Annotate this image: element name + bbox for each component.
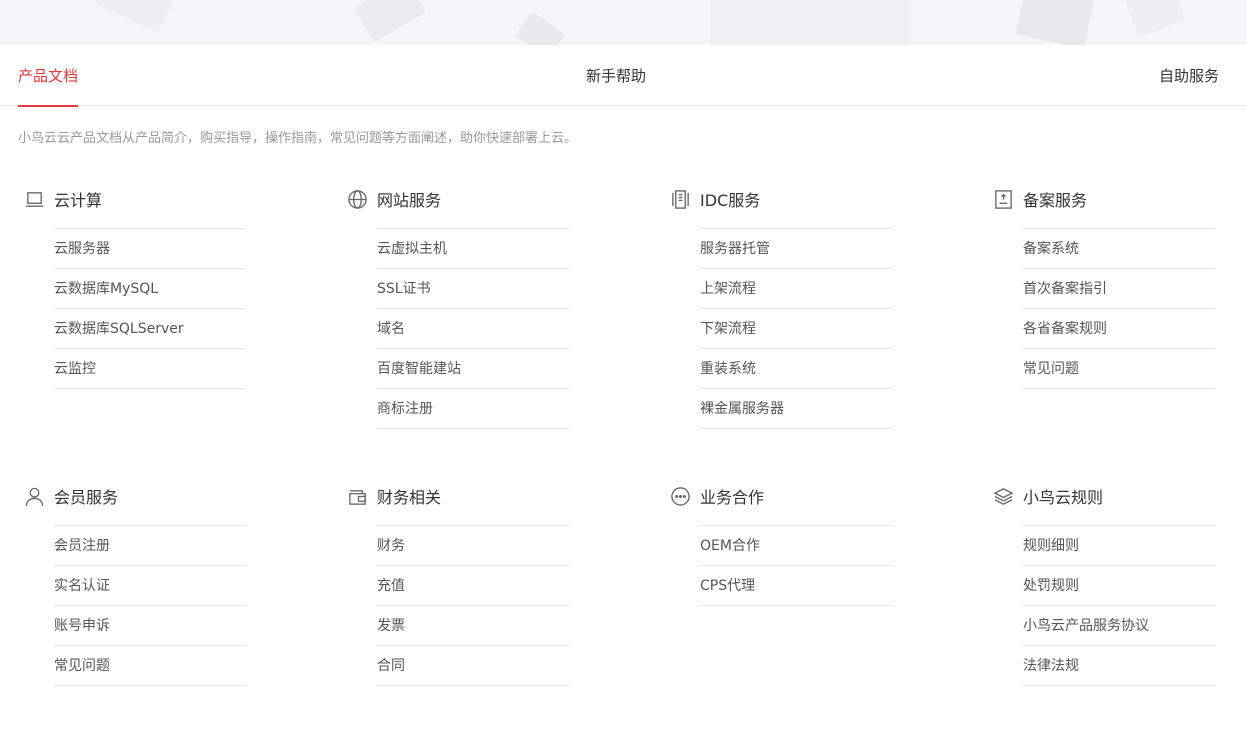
list-item[interactable]: 重装系统 [700,349,892,389]
list-item[interactable]: 常见问题 [1023,349,1215,389]
list-item[interactable]: 财务 [377,526,569,566]
tab-product-docs[interactable]: 产品文档 [18,45,79,107]
group-title: 云计算 [54,191,103,210]
link-list: 规则细则 处罚规则 小鸟云产品服务协议 法律法规 [1023,525,1215,686]
user-icon [23,485,45,507]
chat-bubble-icon [669,485,691,507]
link-list: 云服务器 云数据库MySQL 云数据库SQLServer 云监控 [54,228,246,389]
banner-decoration [1015,0,1095,45]
list-item[interactable]: 小鸟云产品服务协议 [1023,606,1215,646]
tab-bar: 产品文档 新手帮助 自助服务 [0,45,1247,107]
group-title: 小鸟云规则 [1023,488,1104,507]
top-banner [0,0,1247,45]
list-item[interactable]: 百度智能建站 [377,349,569,389]
group-title: 业务合作 [700,488,765,507]
banner-decoration [94,0,176,33]
list-item[interactable]: 首次备案指引 [1023,269,1215,309]
list-item[interactable]: 账号申诉 [54,606,246,646]
list-item[interactable]: 下架流程 [700,309,892,349]
banner-decoration [515,11,565,45]
list-item[interactable]: SSL证书 [377,269,569,309]
list-item[interactable]: 各省备案规则 [1023,309,1215,349]
list-item[interactable]: 备案系统 [1023,229,1215,269]
group-title: 网站服务 [377,191,442,210]
group-title: IDC服务 [700,191,761,210]
list-item[interactable]: 法律法规 [1023,646,1215,686]
tab-self-service[interactable]: 自助服务 [1159,45,1219,106]
group-business-cooperation: 业务合作 OEM合作 CPS代理 [664,481,896,606]
record-document-icon [992,188,1014,210]
banner-decoration [1124,0,1186,38]
list-item[interactable]: 充值 [377,566,569,606]
group-title: 财务相关 [377,488,442,507]
banner-decoration [710,0,910,45]
link-list: 服务器托管 上架流程 下架流程 重装系统 裸金属服务器 [700,228,892,429]
link-list: 云虚拟主机 SSL证书 域名 百度智能建站 商标注册 [377,228,569,429]
list-item[interactable]: 规则细则 [1023,526,1215,566]
group-website-services: 网站服务 云虚拟主机 SSL证书 域名 百度智能建站 商标注册 [341,184,573,429]
server-rack-icon [669,188,691,210]
group-idc-services: IDC服务 服务器托管 上架流程 下架流程 重装系统 裸金属服务器 [664,184,896,429]
link-list: 备案系统 首次备案指引 各省备案规则 常见问题 [1023,228,1215,389]
group-member-services: 会员服务 会员注册 实名认证 账号申诉 常见问题 [18,481,250,686]
list-item[interactable]: CPS代理 [700,566,892,606]
list-item[interactable]: 实名认证 [54,566,246,606]
list-item[interactable]: 上架流程 [700,269,892,309]
group-title: 备案服务 [1023,191,1088,210]
list-item[interactable]: 常见问题 [54,646,246,686]
wallet-icon [346,485,368,507]
list-item[interactable]: 云监控 [54,349,246,389]
group-record-services: 备案服务 备案系统 首次备案指引 各省备案规则 常见问题 [987,184,1219,389]
laptop-icon [23,188,45,210]
link-list: 会员注册 实名认证 账号申诉 常见问题 [54,525,246,686]
list-item[interactable]: 云服务器 [54,229,246,269]
tab-beginner-help[interactable]: 新手帮助 [586,45,646,106]
link-list: OEM合作 CPS代理 [700,525,892,606]
list-item[interactable]: 裸金属服务器 [700,389,892,429]
group-title: 会员服务 [54,488,119,507]
list-item[interactable]: 处罚规则 [1023,566,1215,606]
link-list: 财务 充值 发票 合同 [377,525,569,686]
list-item[interactable]: 发票 [377,606,569,646]
intro-text: 小鸟云云产品文档从产品简介，购买指导，操作指南，常见问题等方面阐述，助你快速部署… [18,131,578,146]
list-item[interactable]: OEM合作 [700,526,892,566]
list-item[interactable]: 云虚拟主机 [377,229,569,269]
layers-icon [992,485,1014,507]
banner-decoration [354,0,426,43]
list-item[interactable]: 合同 [377,646,569,686]
list-item[interactable]: 域名 [377,309,569,349]
globe-icon [346,188,368,210]
group-cloud-computing: 云计算 云服务器 云数据库MySQL 云数据库SQLServer 云监控 [18,184,250,389]
group-rules: 小鸟云规则 规则细则 处罚规则 小鸟云产品服务协议 法律法规 [987,481,1219,686]
group-finance: 财务相关 财务 充值 发票 合同 [341,481,573,686]
list-item[interactable]: 云数据库SQLServer [54,309,246,349]
list-item[interactable]: 会员注册 [54,526,246,566]
list-item[interactable]: 云数据库MySQL [54,269,246,309]
list-item[interactable]: 商标注册 [377,389,569,429]
list-item[interactable]: 服务器托管 [700,229,892,269]
